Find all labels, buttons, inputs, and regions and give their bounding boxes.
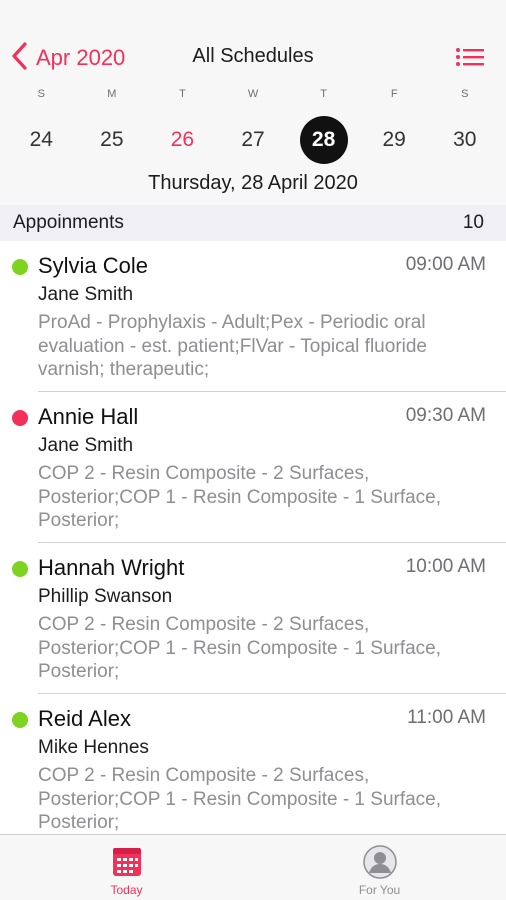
patient-name: Hannah Wright — [38, 555, 185, 580]
patient-name: Annie Hall — [38, 404, 139, 429]
date-number: 27 — [241, 128, 265, 151]
tab-today[interactable]: Today — [0, 835, 253, 900]
calendar-icon — [109, 844, 145, 880]
date-number: 24 — [29, 128, 53, 151]
procedure-list: COP 2 - Resin Composite - 2 Surfaces, Po… — [38, 765, 442, 833]
appointment-count: 10 — [462, 212, 484, 233]
tab-for-you[interactable]: For You — [253, 835, 506, 900]
back-label: Apr 2020 — [36, 45, 126, 70]
status-dot — [12, 259, 28, 275]
date-number: 30 — [453, 128, 477, 151]
tab-label: For You — [358, 883, 401, 897]
chevron-left-icon — [10, 41, 30, 76]
appointment-row[interactable]: Reid Alex 11:00 AM Mike Hennes COP 2 - R… — [0, 694, 506, 834]
status-dot — [12, 712, 28, 728]
provider-name: Jane Smith — [38, 284, 134, 305]
weekday-label: M — [107, 88, 117, 100]
appointment-row[interactable]: Annie Hall 09:30 AM Jane Smith COP 2 - R… — [0, 392, 506, 543]
list-icon[interactable] — [454, 43, 486, 71]
weekday-row: S M T W T F S — [6, 88, 500, 100]
procedure-list: COP 2 - Resin Composite - 2 Surfaces, Po… — [38, 463, 442, 531]
provider-name: Phillip Swanson — [38, 586, 173, 607]
appointment-time: 11:00 AM — [407, 707, 486, 728]
date-cell-today[interactable]: 26 — [147, 116, 218, 164]
date-row: 24 25 26 27 28 29 30 — [6, 116, 500, 164]
date-cell[interactable]: 27 — [218, 116, 289, 164]
header: Apr 2020 All Schedules S M T W T F S 24 … — [0, 0, 506, 205]
weekday-label: W — [247, 88, 259, 100]
appointment-row[interactable]: Hannah Wright 10:00 AM Phillip Swanson C… — [0, 543, 506, 694]
weekday-label: S — [37, 88, 45, 100]
weekday-label: T — [320, 88, 327, 100]
date-cell[interactable]: 30 — [429, 116, 500, 164]
date-number: 28 — [299, 116, 348, 164]
provider-name: Jane Smith — [38, 435, 134, 456]
section-title: Appoinments — [13, 212, 124, 233]
date-number: 29 — [382, 128, 406, 151]
date-number: 25 — [100, 128, 124, 151]
person-icon — [362, 844, 398, 880]
weekday-label: T — [179, 88, 186, 100]
status-dot — [12, 561, 28, 577]
appointment-time: 10:00 AM — [405, 556, 486, 577]
date-cell[interactable]: 29 — [359, 116, 430, 164]
provider-name: Mike Hennes — [38, 737, 149, 758]
appointments-section-header: Appoinments 10 — [0, 205, 506, 241]
appointment-row[interactable]: Sylvia Cole 09:00 AM Jane Smith ProAd - … — [0, 241, 506, 392]
weekday-label: S — [461, 88, 469, 100]
back-button[interactable]: Apr 2020 — [10, 40, 125, 76]
date-cell[interactable]: 25 — [77, 116, 148, 164]
appointment-time: 09:30 AM — [405, 405, 486, 426]
selected-date-label: Thursday, 28 April 2020 — [148, 172, 358, 194]
tab-bar: Today For You — [0, 834, 506, 900]
appointment-time: 09:00 AM — [405, 254, 486, 275]
appointment-list[interactable]: Sylvia Cole 09:00 AM Jane Smith ProAd - … — [0, 241, 506, 834]
status-dot — [12, 410, 28, 426]
procedure-list: ProAd - Prophylaxis - Adult;Pex - Period… — [38, 312, 427, 380]
tab-label: Today — [110, 883, 143, 897]
date-cell[interactable]: 24 — [6, 116, 77, 164]
weekday-label: F — [390, 88, 398, 100]
patient-name: Reid Alex — [38, 706, 131, 731]
patient-name: Sylvia Cole — [38, 253, 149, 278]
date-number: 26 — [170, 128, 195, 151]
date-cell-selected[interactable]: 28 — [288, 116, 359, 164]
procedure-list: COP 2 - Resin Composite - 2 Surfaces, Po… — [38, 614, 442, 682]
